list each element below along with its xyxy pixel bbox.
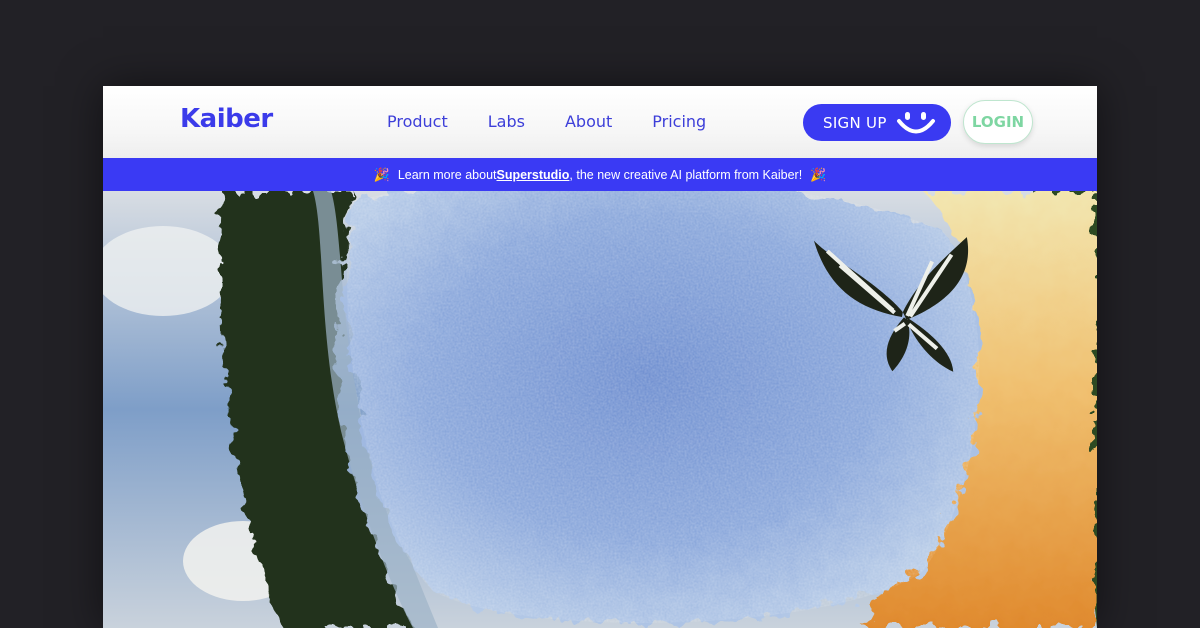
banner-text-suffix: , the new creative AI platform from Kaib… — [569, 167, 803, 182]
sign-up-label: SIGN UP — [823, 113, 887, 132]
nav-link-about[interactable]: About — [565, 112, 612, 131]
smile-icon — [897, 112, 935, 134]
nav-link-pricing[interactable]: Pricing — [652, 112, 706, 131]
announcement-banner: 🎉 Learn more about Superstudio , the new… — [103, 158, 1097, 191]
kaiber-logo[interactable]: Kaiber — [180, 104, 273, 134]
login-button[interactable]: LOGIN — [963, 100, 1033, 144]
party-popper-icon: 🎉 — [373, 166, 390, 182]
main-nav: Product Labs About Pricing — [387, 112, 746, 131]
party-popper-icon: 🎉 — [810, 166, 827, 182]
nav-link-product[interactable]: Product — [387, 112, 448, 131]
superstudio-link[interactable]: Superstudio — [497, 168, 570, 182]
sign-up-button[interactable]: SIGN UP — [803, 104, 951, 141]
hero-artwork-image — [103, 191, 1097, 628]
banner-text-prefix: Learn more about — [397, 167, 497, 182]
nav-link-labs[interactable]: Labs — [488, 112, 525, 131]
browser-frame: Kaiber Product Labs About Pricing SIGN U… — [103, 86, 1097, 628]
navbar: Kaiber Product Labs About Pricing SIGN U… — [103, 86, 1097, 158]
